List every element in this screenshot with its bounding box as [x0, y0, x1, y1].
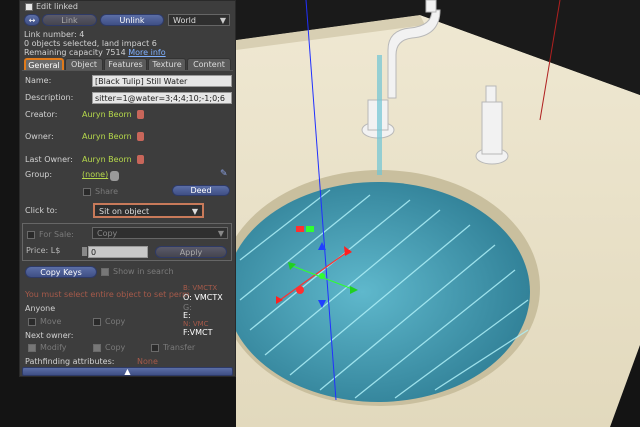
name-label: Name: [25, 76, 52, 85]
perm-next: N: VMC [183, 320, 209, 328]
chevron-down-icon: ▼ [219, 16, 226, 25]
permissions-warning: You must select entire object to set per… [25, 290, 190, 299]
perm-everyone: E: [183, 311, 191, 320]
show-in-search-checkbox[interactable] [101, 268, 109, 276]
tab-features[interactable]: Features [104, 58, 147, 70]
link-arrows-icon[interactable]: ↔ [24, 14, 40, 26]
sale-type-dropdown[interactable]: Copy ▼ [92, 227, 228, 239]
world-label: World [173, 16, 196, 25]
deed-button[interactable]: Deed [172, 185, 230, 196]
modify-checkbox[interactable] [28, 344, 36, 352]
chevron-down-icon: ▼ [217, 229, 224, 238]
move-checkbox[interactable] [28, 318, 36, 326]
creator-name[interactable]: Auryn Beorn [82, 110, 132, 119]
name-field[interactable]: [Black Tulip] Still Water [92, 75, 232, 87]
next-copy-checkbox[interactable] [93, 344, 101, 352]
owner-label: Owner: [25, 132, 54, 141]
edit-linked-checkbox[interactable] [25, 3, 33, 11]
perm-base: B: VMCTX [183, 284, 218, 292]
collapse-panel-button[interactable]: ▲ [22, 367, 233, 376]
wrench-icon[interactable]: ✎ [220, 169, 228, 179]
edit-linked-label: Edit linked [36, 2, 78, 11]
tab-texture[interactable]: Texture [148, 58, 186, 70]
perm-owner: O: VMCTX [183, 293, 223, 302]
profile-icon[interactable] [137, 110, 144, 119]
click-action-value: Sit on object [99, 207, 150, 216]
description-label: Description: [25, 93, 74, 102]
owner-name[interactable]: Auryn Beorn [82, 132, 132, 141]
next-copy-label: Copy [105, 343, 126, 352]
tab-general[interactable]: General [24, 58, 64, 70]
description-field[interactable]: sitter=1@water=3;4;4;10;-1;0;6 [92, 92, 232, 104]
anyone-label: Anyone [25, 304, 56, 313]
next-owner-label: Next owner: [25, 331, 74, 340]
group-label: Group: [25, 170, 53, 179]
copy-checkbox[interactable] [93, 318, 101, 326]
show-in-search-label: Show in search [113, 267, 174, 276]
click-action-dropdown[interactable]: Sit on object ▼ [93, 203, 204, 218]
perm-folded: F:VMCT [183, 328, 213, 337]
pathfinding-label: Pathfinding attributes: [25, 357, 115, 366]
click-to-label: Click to: [25, 206, 58, 215]
more-info-link[interactable]: More info [128, 48, 165, 57]
copy-keys-button[interactable]: Copy Keys [25, 266, 97, 278]
price-label: Price: L$ [26, 246, 61, 255]
modify-label: Modify [40, 343, 67, 352]
coordinate-system-dropdown[interactable]: World ▼ [168, 14, 230, 26]
transfer-checkbox[interactable] [151, 344, 159, 352]
spinner-icon[interactable] [82, 247, 87, 256]
object-edit-panel: Edit linked ↔ Link Unlink World ▼ Link n… [19, 0, 236, 377]
chevron-up-icon: ▲ [124, 367, 131, 376]
link-button[interactable]: Link [42, 14, 97, 26]
unlink-button[interactable]: Unlink [100, 14, 164, 26]
last-owner-name[interactable]: Auryn Beorn [82, 155, 132, 164]
for-sale-checkbox[interactable] [27, 231, 35, 239]
group-icon[interactable] [110, 171, 119, 181]
last-owner-label: Last Owner: [25, 155, 73, 164]
apply-button[interactable]: Apply [155, 246, 227, 258]
tab-object[interactable]: Object [65, 58, 103, 70]
price-field[interactable]: 0 [88, 246, 148, 258]
pathfinding-value: None [137, 357, 158, 366]
group-value[interactable]: (none) [82, 170, 108, 179]
sale-type-value: Copy [97, 229, 118, 238]
water-stream [377, 55, 382, 175]
creator-label: Creator: [25, 110, 58, 119]
profile-icon[interactable] [137, 132, 144, 141]
remaining-capacity: Remaining capacity 7514 [24, 48, 126, 57]
copy-label: Copy [105, 317, 126, 326]
for-sale-label: For Sale: [39, 230, 74, 239]
water-surface[interactable] [226, 182, 530, 402]
objects-selected: 0 objects selected, land impact 6 [24, 39, 157, 48]
profile-icon[interactable] [137, 155, 144, 164]
transfer-label: Transfer [163, 343, 196, 352]
move-label: Move [40, 317, 62, 326]
link-number: Link number: 4 [24, 30, 85, 39]
share-checkbox[interactable] [83, 188, 91, 196]
share-label: Share [95, 187, 119, 196]
tab-content[interactable]: Content [187, 58, 231, 70]
chevron-down-icon: ▼ [191, 207, 198, 216]
